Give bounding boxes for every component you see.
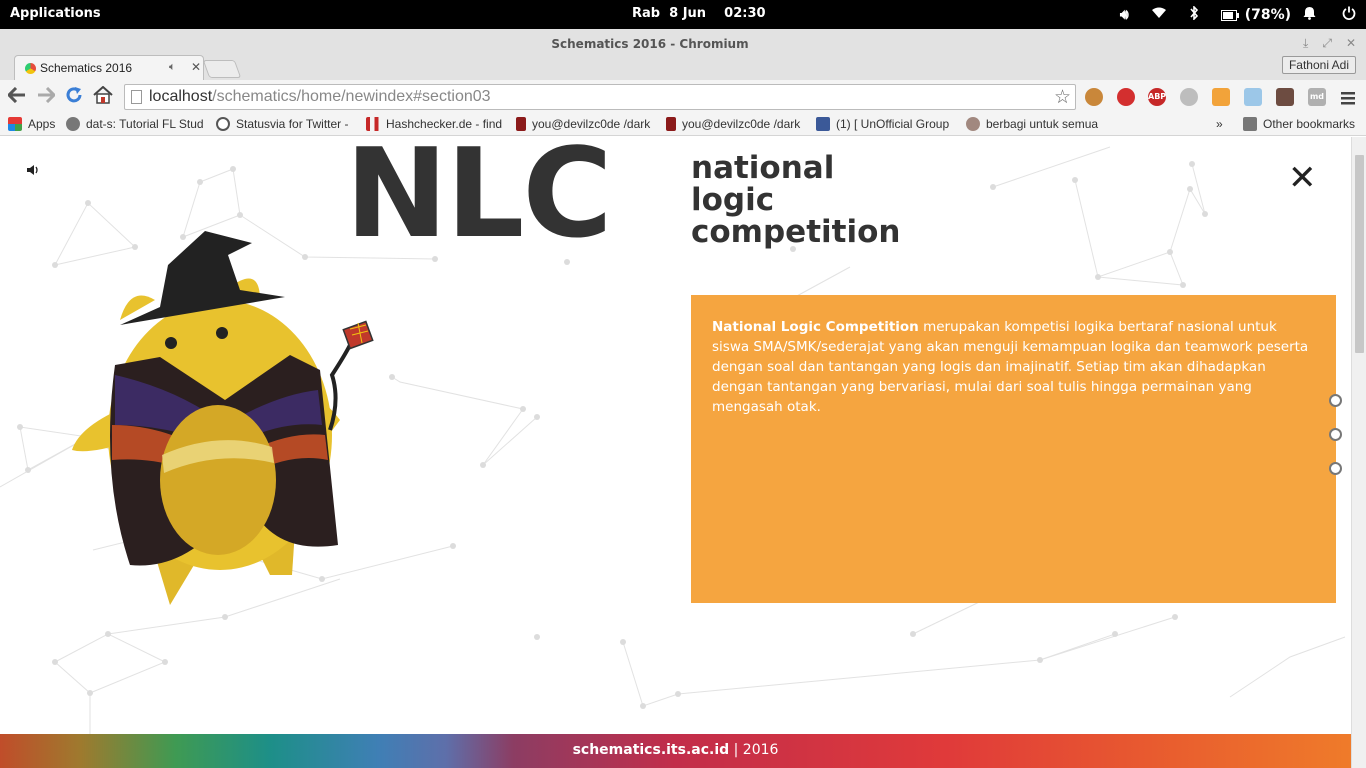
minimize-icon[interactable]: ⤓	[1303, 36, 1308, 51]
address-bar[interactable]: localhost/schematics/home/newindex#secti…	[124, 84, 1076, 110]
bookmark-apps[interactable]: Apps	[8, 117, 55, 131]
menu-hamburger-icon[interactable]	[1341, 88, 1355, 108]
adblock-plus-icon[interactable]: ABP	[1148, 88, 1166, 106]
reload-icon[interactable]	[65, 86, 83, 107]
battery-percent: (78%)	[1244, 7, 1291, 23]
bookmark-favicon-icon	[666, 117, 676, 131]
bookmarks-overflow-chevron-icon[interactable]: »	[1216, 117, 1223, 131]
power-icon[interactable]	[1342, 6, 1356, 24]
page-icon	[131, 90, 142, 104]
url-host: localhost	[149, 88, 213, 105]
bookmark-favicon-icon	[216, 117, 230, 131]
subtitle-line: competition	[691, 214, 901, 250]
bookmark-favicon-icon	[366, 117, 380, 131]
section-nav-dot[interactable]	[1329, 462, 1342, 475]
bookmark-item[interactable]: you@devilzc0de /dark	[666, 117, 806, 131]
footer-separator: |	[729, 742, 743, 758]
battery-icon	[1220, 9, 1239, 21]
bookmarks-bar: Apps dat-s: Tutorial FL Stud Statusvia f…	[0, 114, 1366, 136]
section-nav-dot[interactable]	[1329, 428, 1342, 441]
bookmark-item[interactable]: dat-s: Tutorial FL Stud	[66, 117, 206, 131]
page-scrollbar[interactable]	[1351, 137, 1366, 768]
wifi-icon[interactable]	[1151, 7, 1167, 23]
close-section-icon[interactable]: ✕	[1288, 161, 1317, 195]
tab-audio-icon[interactable]: 🔈︎	[169, 60, 176, 74]
scrollbar-thumb[interactable]	[1355, 155, 1364, 353]
skull-icon	[966, 117, 980, 131]
bookmark-item[interactable]: you@devilzc0de /dark	[516, 117, 656, 131]
tab-strip: Schematics 2016 🔈︎ ✕ Fathoni Adi	[0, 55, 1366, 80]
clock[interactable]: Rab 8 Jun 02:30	[632, 6, 766, 21]
bluetooth-icon[interactable]	[1189, 5, 1199, 24]
description-bold: National Logic Competition	[712, 319, 919, 335]
new-tab-button[interactable]	[202, 60, 242, 78]
page-heading: NLC	[345, 137, 613, 266]
subtitle-line: logic	[691, 182, 775, 218]
footer-site-link[interactable]: schematics.its.ac.id	[573, 742, 730, 758]
folder-icon	[1243, 117, 1257, 131]
description-panel: National Logic Competition merupakan kom…	[691, 295, 1336, 603]
bookmark-star-icon[interactable]: ☆	[1054, 86, 1071, 108]
battery-indicator[interactable]: (78%)	[1220, 7, 1291, 23]
tab-close-icon[interactable]: ✕	[191, 60, 201, 74]
window-controls: ⤓ ⤢ ✕	[1303, 36, 1356, 51]
chromium-favicon-icon	[25, 63, 36, 74]
subtitle-line: national	[691, 150, 835, 186]
profile-button[interactable]: Fathoni Adi	[1281, 56, 1356, 74]
bookmark-item[interactable]: berbagi untuk semua	[966, 117, 1106, 131]
url-path: /schematics/home/newindex#section03	[212, 88, 491, 105]
bookmark-item[interactable]: Statusvia for Twitter -	[216, 117, 356, 131]
bookmark-item[interactable]: (1) [ UnOfficial Group	[816, 117, 956, 131]
weather-extension-icon[interactable]	[1244, 88, 1262, 106]
wizard-mascot-illustration	[72, 231, 374, 605]
page-footer: schematics.its.ac.id | 2016	[0, 734, 1351, 768]
system-tray: 🔊︎ (78%)	[1120, 4, 1356, 26]
bookmark-favicon-icon	[516, 117, 526, 131]
apps-grid-icon	[8, 117, 22, 131]
tab-title: Schematics 2016	[40, 61, 133, 75]
page-content: NLC national logic competition ✕ Nationa…	[0, 137, 1351, 768]
forward-arrow-icon[interactable]	[37, 86, 57, 106]
browser-toolbar: localhost/schematics/home/newindex#secti…	[0, 80, 1366, 114]
bookmark-favicon-icon	[66, 117, 80, 131]
tab-schematics[interactable]: Schematics 2016 🔈︎ ✕	[14, 55, 204, 80]
page-subtitle: national logic competition	[691, 152, 900, 248]
sound-toggle-icon[interactable]	[26, 164, 40, 179]
home-icon[interactable]	[93, 85, 113, 107]
facebook-icon	[816, 117, 830, 131]
system-top-bar: Applications Rab 8 Jun 02:30 🔊︎ (78%)	[0, 0, 1366, 29]
cookie-extension-icon[interactable]	[1085, 88, 1103, 106]
close-window-icon[interactable]: ✕	[1346, 36, 1356, 51]
rss-extension-icon[interactable]	[1212, 88, 1230, 106]
bookmark-item[interactable]: Hashchecker.de - find	[366, 117, 506, 131]
stop-extension-icon[interactable]	[1117, 88, 1135, 106]
other-bookmarks[interactable]: Other bookmarks	[1243, 117, 1355, 131]
footer-text: schematics.its.ac.id | 2016	[0, 742, 1351, 758]
notification-bell-icon[interactable]	[1303, 6, 1316, 24]
instagram-extension-icon[interactable]	[1276, 88, 1294, 106]
circle-extension-icon[interactable]	[1180, 88, 1198, 106]
section-nav-dot[interactable]	[1329, 394, 1342, 407]
applications-menu[interactable]: Applications	[10, 6, 101, 21]
md-extension-icon[interactable]: md	[1308, 88, 1326, 106]
url-text[interactable]: localhost/schematics/home/newindex#secti…	[149, 88, 491, 106]
window-title: Schematics 2016 - Chromium	[551, 37, 749, 51]
footer-year: 2016	[742, 742, 779, 758]
back-arrow-icon[interactable]	[6, 86, 26, 106]
volume-icon[interactable]: 🔊︎	[1120, 7, 1129, 23]
maximize-icon[interactable]: ⤢	[1322, 36, 1332, 51]
